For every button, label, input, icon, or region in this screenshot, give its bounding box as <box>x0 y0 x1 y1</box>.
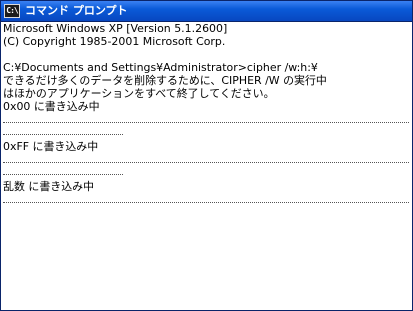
window-title: コマンド プロンプト <box>25 4 128 17</box>
title-bar[interactable]: C:\ コマンド プロンプト <box>1 1 412 22</box>
console-output[interactable]: Microsoft Windows XP [Version 5.1.2600] … <box>1 22 412 310</box>
console-line-copyright: (C) Copyright 1985-2001 Microsoft Corp. <box>3 35 226 48</box>
progress-dots <box>3 168 123 175</box>
console-line-warning-1: できるだけ多くのデータを削除するために、CIPHER /W の実行中 <box>3 74 327 87</box>
console-line-writing-0xff: 0xFF に書き込み中 <box>3 140 99 153</box>
progress-dots <box>3 196 409 203</box>
progress-dots <box>3 128 123 135</box>
console-line-command: C:¥Documents and Settings¥Administrator>… <box>3 61 318 74</box>
progress-dots <box>3 116 409 123</box>
console-line-warning-2: はほかのアプリケーションをすべて終了してください。 <box>3 87 275 100</box>
progress-dots <box>3 156 409 163</box>
console-line-writing-0x00: 0x00 に書き込み中 <box>3 100 100 113</box>
console-line-writing-random: 乱数 に書き込み中 <box>3 180 95 193</box>
cmd-icon[interactable]: C:\ <box>4 4 20 18</box>
command-prompt-window: C:\ コマンド プロンプト Microsoft Windows XP [Ver… <box>0 0 413 311</box>
console-line-version: Microsoft Windows XP [Version 5.1.2600] <box>3 22 228 35</box>
